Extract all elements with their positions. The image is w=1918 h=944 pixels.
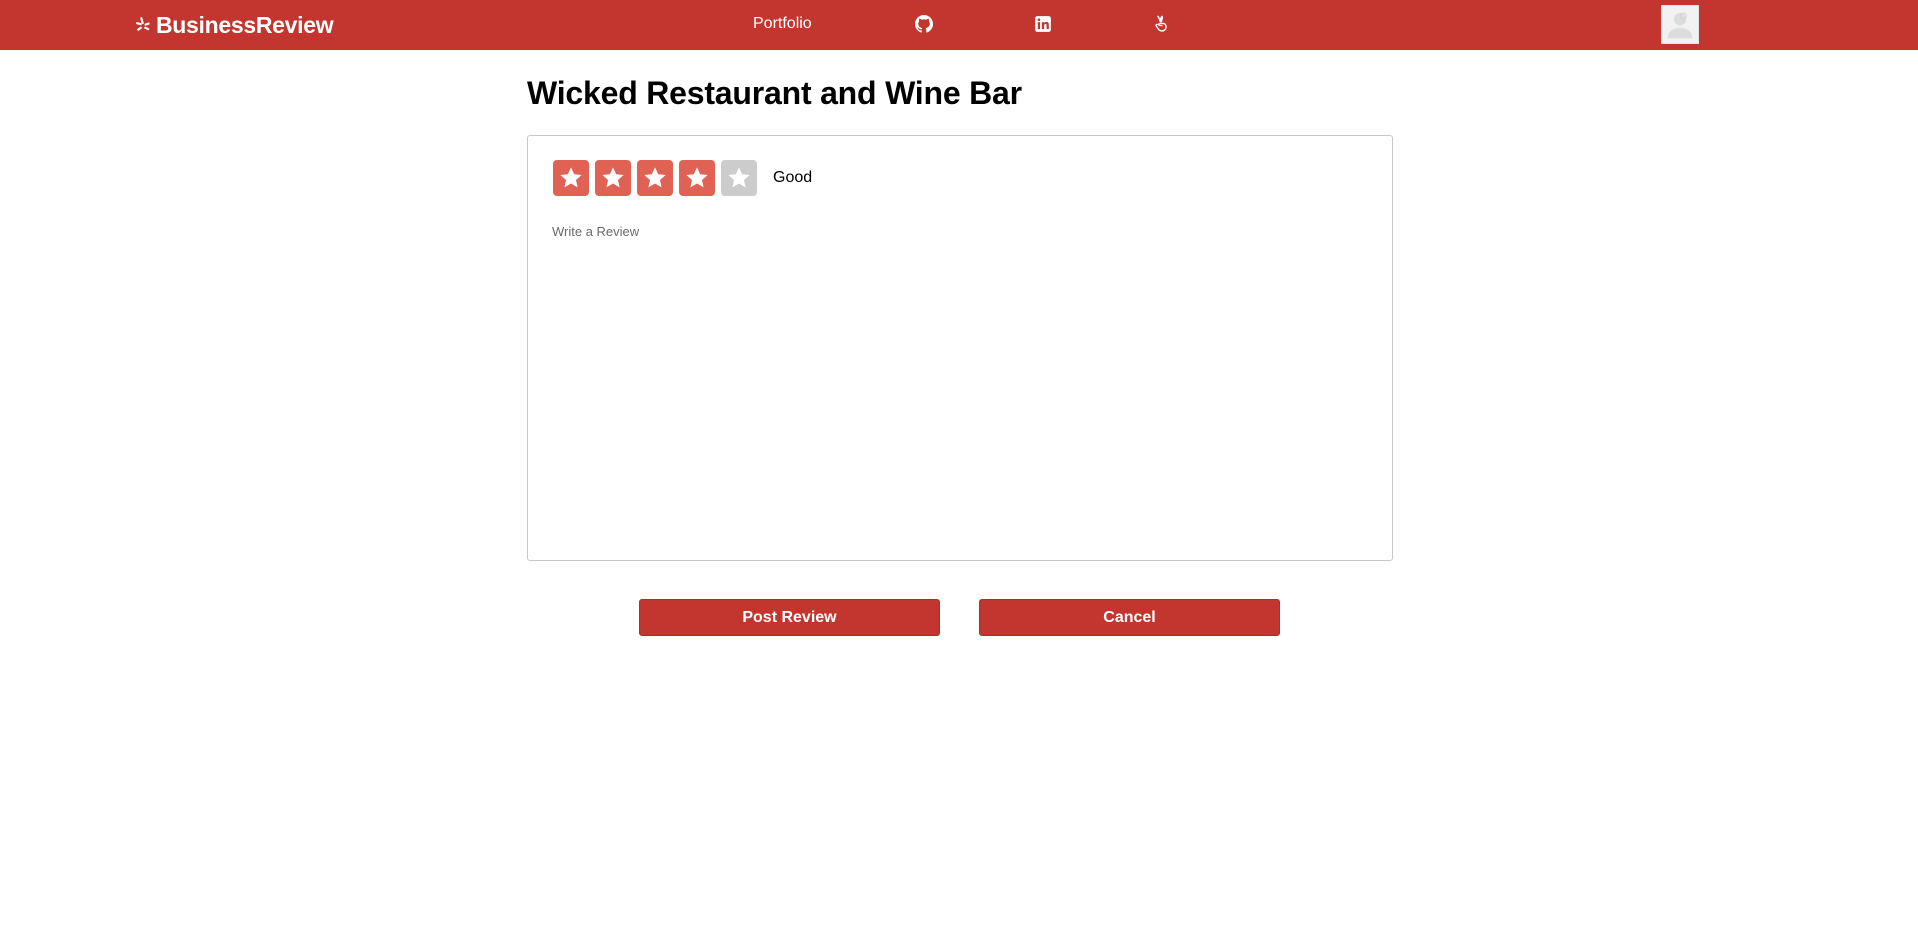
brand-name: BusinessReview xyxy=(156,11,334,38)
star-rating[interactable] xyxy=(553,160,757,196)
brand-link[interactable]: BusinessReview xyxy=(134,9,334,41)
review-form: Good xyxy=(527,135,1393,561)
star-2[interactable] xyxy=(595,160,631,196)
yelp-burst-icon xyxy=(136,17,150,31)
star-icon xyxy=(602,167,624,188)
post-review-button[interactable]: Post Review xyxy=(639,599,940,636)
rating-label: Good xyxy=(773,169,813,186)
star-icon xyxy=(644,167,666,188)
nav-link-portfolio[interactable]: Portfolio xyxy=(753,14,812,34)
star-3[interactable] xyxy=(637,160,673,196)
star-icon xyxy=(560,167,582,188)
user-avatar-icon xyxy=(1667,12,1693,39)
star-4[interactable] xyxy=(679,160,715,196)
user-avatar[interactable] xyxy=(1661,5,1699,44)
star-icon xyxy=(686,167,708,188)
star-5[interactable] xyxy=(721,160,757,196)
cancel-button[interactable]: Cancel xyxy=(979,599,1280,636)
review-textarea[interactable] xyxy=(552,224,1367,544)
star-icon xyxy=(728,167,750,188)
star-1[interactable] xyxy=(553,160,589,196)
angellist-icon[interactable] xyxy=(1152,15,1170,33)
business-title: Wicked Restaurant and Wine Bar xyxy=(527,75,1022,111)
github-icon[interactable] xyxy=(915,15,933,33)
linkedin-icon[interactable] xyxy=(1034,15,1052,33)
top-navbar: BusinessReview Portfolio xyxy=(0,0,1918,50)
